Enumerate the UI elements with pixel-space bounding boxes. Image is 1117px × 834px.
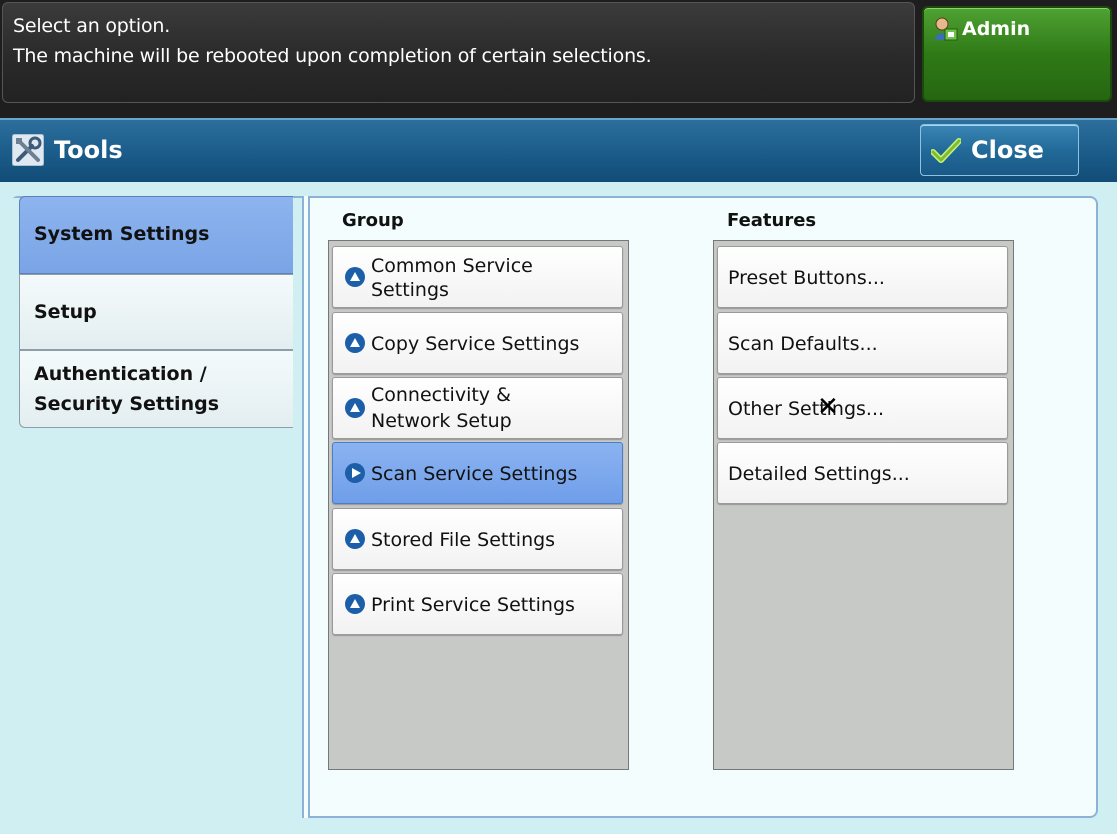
group-heading: Group [342, 210, 404, 231]
pointer-cursor-icon: ✕ [817, 392, 839, 422]
group-item-label: Scan Service Settings [371, 463, 578, 485]
group-item-print-service[interactable]: Print Service Settings [332, 573, 623, 635]
group-item-label: Connectivity & [371, 384, 511, 406]
tab-system-settings-label: System Settings [34, 223, 210, 245]
group-item-label: Network Setup [371, 410, 512, 432]
collapse-arrow-icon [345, 529, 365, 549]
feature-label: Preset Buttons... [728, 267, 885, 289]
tab-auth-label-line1: Authentication / [34, 363, 207, 385]
admin-label: Admin [962, 18, 1031, 40]
tab-auth-label-line2: Security Settings [34, 393, 220, 415]
feature-other-settings[interactable]: Other Settings... [717, 377, 1008, 439]
tab-authentication-security[interactable]: Authentication / Security Settings [19, 350, 293, 428]
group-item-scan-service[interactable]: Scan Service Settings [332, 442, 623, 504]
collapse-arrow-icon [345, 333, 365, 353]
feature-detailed-settings[interactable]: Detailed Settings... [717, 442, 1008, 504]
group-item-copy-service[interactable]: Copy Service Settings [332, 312, 623, 374]
collapse-arrow-icon [345, 398, 365, 418]
message-bar: Select an option. The machine will be re… [2, 2, 915, 103]
feature-label: Other Settings... [728, 398, 885, 420]
tab-system-settings[interactable]: System Settings [19, 196, 293, 274]
feature-label: Scan Defaults... [728, 333, 878, 355]
group-item-connectivity-network[interactable]: Connectivity & Network Setup [332, 377, 623, 439]
close-button[interactable]: Close [920, 124, 1079, 176]
feature-preset-buttons[interactable]: Preset Buttons... [717, 246, 1008, 308]
column-divider [302, 196, 310, 818]
admin-user-icon [932, 16, 958, 46]
checkmark-icon [930, 138, 962, 168]
tools-icon [11, 133, 45, 170]
message-line-1: Select an option. [13, 15, 171, 37]
group-item-label: Common Service [371, 255, 533, 277]
group-item-label: Copy Service Settings [371, 333, 580, 355]
group-item-label: Print Service Settings [371, 594, 575, 616]
message-line-2: The machine will be rebooted upon comple… [13, 45, 652, 67]
collapse-arrow-icon [345, 267, 365, 287]
group-item-common-service[interactable]: Common Service Settings [332, 246, 623, 308]
feature-label: Detailed Settings... [728, 463, 910, 485]
group-item-stored-file[interactable]: Stored File Settings [332, 508, 623, 570]
feature-scan-defaults[interactable]: Scan Defaults... [717, 312, 1008, 374]
page-title: Tools [54, 136, 123, 164]
collapse-arrow-icon [345, 594, 365, 614]
admin-button[interactable]: Admin [922, 6, 1112, 102]
group-item-label: Settings [371, 279, 449, 301]
tab-setup[interactable]: Setup [19, 274, 293, 350]
expand-arrow-icon [345, 463, 365, 483]
tab-setup-label: Setup [34, 301, 97, 323]
features-heading: Features [727, 210, 817, 231]
group-item-label: Stored File Settings [371, 529, 556, 551]
close-label: Close [971, 136, 1044, 164]
